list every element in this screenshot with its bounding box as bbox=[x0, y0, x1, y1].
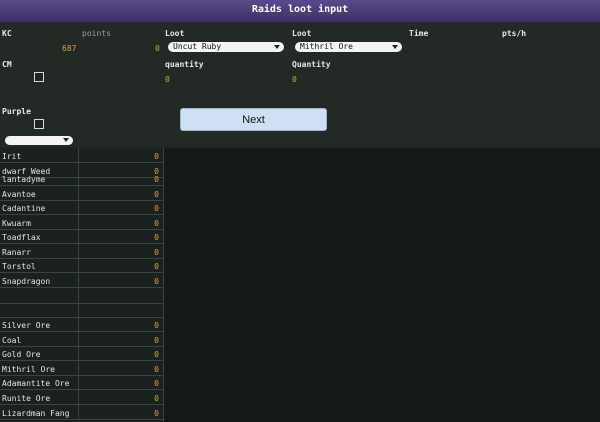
item-name: Cadantine bbox=[2, 204, 46, 213]
table-row: Gold Ore 0 bbox=[0, 347, 163, 361]
column-divider bbox=[78, 347, 79, 360]
loot2-select[interactable]: Mithril Ore bbox=[295, 42, 402, 52]
kc-label: KC bbox=[2, 29, 12, 38]
column-divider bbox=[78, 244, 79, 258]
column-divider bbox=[78, 178, 79, 185]
item-name: Kwuarm bbox=[2, 219, 31, 228]
item-count[interactable]: 0 bbox=[154, 379, 159, 388]
quantity1-value[interactable]: 0 bbox=[165, 75, 170, 84]
column-divider bbox=[78, 361, 79, 375]
loot1-select[interactable]: Uncut Ruby bbox=[168, 42, 284, 52]
item-count[interactable]: 0 bbox=[154, 321, 159, 330]
column-divider bbox=[78, 163, 79, 177]
empty-area bbox=[164, 148, 600, 422]
points-value[interactable]: 0 bbox=[155, 44, 160, 53]
kc-value[interactable]: 687 bbox=[62, 44, 76, 53]
chevron-down-icon bbox=[274, 45, 280, 49]
item-count[interactable]: 0 bbox=[154, 409, 159, 418]
loot2-label: Loot bbox=[292, 29, 312, 38]
column-divider bbox=[78, 304, 79, 317]
item-count[interactable]: 0 bbox=[154, 233, 159, 242]
table-row: Torstol 0 bbox=[0, 259, 163, 273]
loot1-selected-value: Uncut Ruby bbox=[173, 42, 222, 51]
input-panel: KC points Loot Loot Time pts/h 687 0 Unc… bbox=[0, 23, 600, 147]
item-count[interactable]: 0 bbox=[154, 190, 159, 199]
title-bar: Raids loot input bbox=[0, 0, 600, 23]
table-row: Adamantite Ore 0 bbox=[0, 376, 163, 390]
points-label: points bbox=[82, 29, 111, 38]
item-name: lantadyme bbox=[2, 175, 46, 184]
item-name: Gold Ore bbox=[2, 350, 41, 359]
loot2-selected-value: Mithril Ore bbox=[300, 42, 353, 51]
item-name: Mithril Ore bbox=[2, 365, 55, 374]
table-row: Ranarr 0 bbox=[0, 244, 163, 259]
table-row: lantadyme 0 bbox=[0, 175, 163, 186]
item-grid: Irit 0 dwarf Weed 0 lantadyme 0 Avantoe 0 Cadant… bbox=[0, 148, 164, 422]
column-divider bbox=[78, 376, 79, 389]
item-name: Torstol bbox=[2, 262, 36, 271]
pts-per-hour-label: pts/h bbox=[502, 29, 527, 38]
item-name: Snapdragon bbox=[2, 277, 51, 286]
table-row: Cadantine 0 bbox=[0, 201, 163, 215]
loot1-label: Loot bbox=[165, 29, 185, 38]
column-divider bbox=[78, 318, 79, 331]
item-count[interactable]: 0 bbox=[154, 219, 159, 228]
cm-label: CM bbox=[2, 60, 12, 69]
column-divider bbox=[78, 201, 79, 214]
item-name: Coal bbox=[2, 336, 22, 345]
column-divider bbox=[78, 273, 79, 287]
table-row: Snapdragon 0 bbox=[0, 273, 163, 288]
purple-select[interactable] bbox=[5, 136, 73, 145]
item-name: Silver Ore bbox=[2, 321, 51, 330]
item-name: Runite Ore bbox=[2, 394, 51, 403]
column-divider bbox=[78, 148, 79, 162]
table-row: Silver Ore 0 bbox=[0, 318, 163, 332]
chevron-down-icon bbox=[392, 45, 398, 49]
item-count[interactable]: 0 bbox=[154, 394, 159, 403]
table-row: Avantoe 0 bbox=[0, 186, 163, 201]
next-button[interactable]: Next bbox=[180, 108, 327, 131]
item-name: Irit bbox=[2, 152, 22, 161]
table-row bbox=[0, 304, 163, 318]
item-name: Ranarr bbox=[2, 248, 31, 257]
quantity1-label: quantity bbox=[165, 60, 204, 69]
item-name: Toadflax bbox=[2, 233, 41, 242]
column-divider bbox=[78, 259, 79, 272]
item-count[interactable]: 0 bbox=[154, 262, 159, 271]
item-count[interactable]: 0 bbox=[154, 248, 159, 257]
item-name: Avantoe bbox=[2, 190, 36, 199]
item-count[interactable]: 0 bbox=[154, 365, 159, 374]
table-row: Kwuarm 0 bbox=[0, 215, 163, 230]
column-divider bbox=[78, 405, 79, 419]
item-count[interactable]: 0 bbox=[154, 350, 159, 359]
item-count[interactable]: 0 bbox=[154, 204, 159, 213]
cm-checkbox[interactable] bbox=[34, 72, 44, 82]
window-title: Raids loot input bbox=[251, 4, 349, 15]
item-count[interactable]: 0 bbox=[154, 336, 159, 345]
column-divider bbox=[78, 390, 79, 404]
table-row: Irit 0 bbox=[0, 148, 163, 163]
table-row: Toadflax 0 bbox=[0, 230, 163, 244]
column-divider bbox=[78, 332, 79, 346]
table-row bbox=[0, 288, 163, 304]
item-count[interactable]: 0 bbox=[154, 175, 159, 184]
column-divider bbox=[78, 288, 79, 303]
table-row: Coal 0 bbox=[0, 332, 163, 347]
column-divider bbox=[78, 230, 79, 243]
table-row: Mithril Ore 0 bbox=[0, 361, 163, 376]
table-row: Runite Ore 0 bbox=[0, 390, 163, 405]
quantity2-label: Quantity bbox=[292, 60, 331, 69]
item-name: Adamantite Ore bbox=[2, 379, 70, 388]
purple-checkbox[interactable] bbox=[34, 119, 44, 129]
table-row: Lizardman Fang 0 bbox=[0, 405, 163, 420]
item-count[interactable]: 0 bbox=[154, 152, 159, 161]
column-divider bbox=[78, 186, 79, 200]
chevron-down-icon bbox=[63, 138, 69, 142]
time-label: Time bbox=[409, 29, 429, 38]
item-count[interactable]: 0 bbox=[154, 277, 159, 286]
purple-label: Purple bbox=[2, 107, 31, 116]
column-divider bbox=[78, 215, 79, 229]
quantity2-value[interactable]: 0 bbox=[292, 75, 297, 84]
item-name: Lizardman Fang bbox=[2, 409, 70, 418]
